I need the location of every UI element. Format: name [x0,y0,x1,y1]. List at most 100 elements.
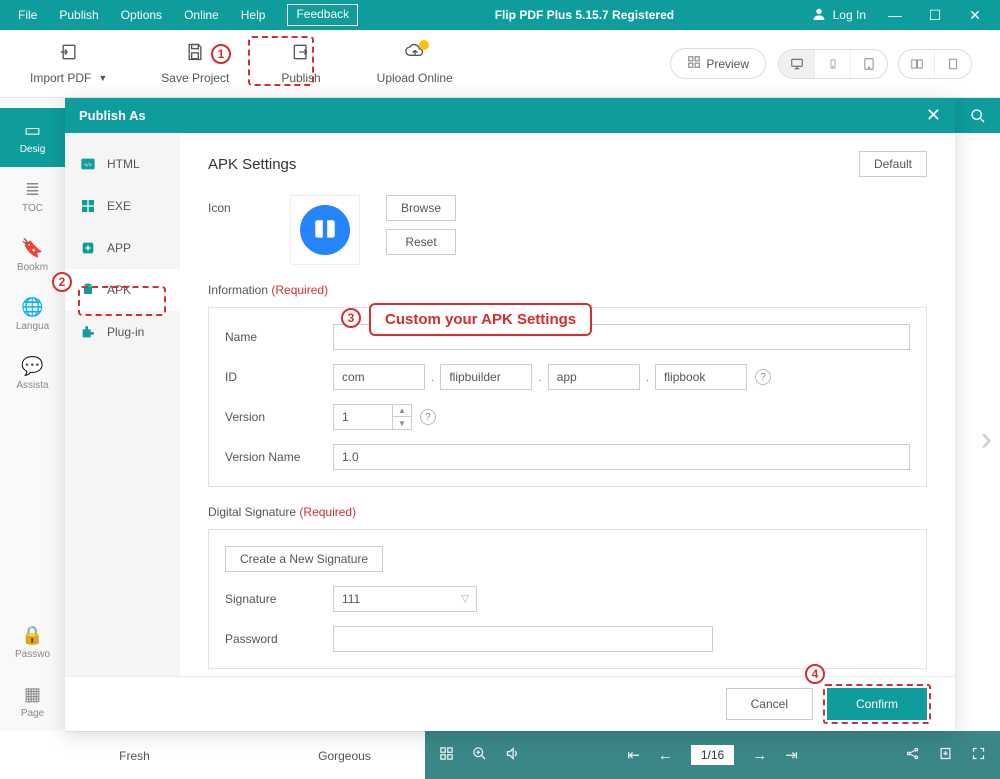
default-button[interactable]: Default [859,151,927,177]
sidebar-item-language[interactable]: 🌐Langua [0,285,65,344]
desktop-device-button[interactable] [779,50,815,78]
reader-controls: ⇤ ← 1/16 → ⇥ [425,731,1000,779]
upload-label: Upload Online [377,71,453,85]
publish-label: Publish [281,71,320,85]
confirm-button[interactable]: Confirm [827,688,927,720]
app-icon [79,239,97,257]
phone-device-button[interactable] [815,50,851,78]
nav-plugin[interactable]: Plug-in [65,311,180,353]
upload-online-button[interactable]: Upload Online [365,38,465,89]
search-icon [970,108,986,124]
fullscreen-icon[interactable] [971,746,986,765]
help-icon[interactable]: ? [420,409,436,425]
feedback-button[interactable]: Feedback [287,4,358,26]
first-page-icon[interactable]: ⇤ [627,746,640,764]
preview-button[interactable]: Preview [670,48,766,79]
login-button[interactable]: Log In [811,6,866,25]
nav-app[interactable]: APP [65,227,180,269]
search-button[interactable] [955,98,1000,133]
minimize-button[interactable]: — [880,7,910,24]
next-page-icon[interactable]: → [752,747,767,764]
zoom-icon[interactable] [472,746,487,765]
close-button[interactable]: ✕ [960,7,990,24]
grid-icon [687,55,701,72]
spread-layout-button[interactable] [899,50,935,78]
sig-header: Digital Signature [208,505,296,519]
menu-file[interactable]: File [10,4,45,26]
android-icon [79,281,97,299]
device-group [778,49,888,79]
cancel-button[interactable]: Cancel [726,688,813,720]
signature-label: Signature [225,592,333,606]
sound-icon[interactable] [505,746,520,765]
save-icon [185,42,205,68]
preview-label: Preview [706,57,749,71]
sidebar-label: Page [21,708,44,719]
page-indicator[interactable]: 1/16 [691,745,734,765]
thumbnails-icon[interactable] [439,746,454,765]
sidebar-item-password[interactable]: 🔒Passwo [0,613,65,672]
create-signature-button[interactable]: Create a New Signature [225,546,383,572]
id-part-3[interactable] [548,364,640,390]
lock-icon: 🔒 [21,625,43,646]
maximize-button[interactable]: ☐ [920,7,950,24]
signature-form: Create a New Signature Signature ▽ Passw… [208,529,927,669]
version-stepper[interactable]: ▲▼ [393,404,412,430]
import-pdf-button[interactable]: Import PDF▼ [18,38,119,89]
download-icon[interactable] [938,746,953,765]
sidebar-label: Langua [16,321,49,332]
titlebar: File Publish Options Online Help Feedbac… [0,0,1000,30]
bookmark-icon: 🔖 [21,238,43,259]
sidebar-item-assistant[interactable]: 💬Assista [0,344,65,403]
browse-button[interactable]: Browse [386,195,456,221]
tablet-device-button[interactable] [851,50,887,78]
password-input[interactable] [333,626,713,652]
last-page-icon[interactable]: ⇥ [785,746,798,764]
apk-settings-panel: APK Settings Default Icon Browse Reset [180,133,955,676]
menu-options[interactable]: Options [113,4,170,26]
help-icon[interactable]: ? [755,369,771,385]
toc-icon: ≣ [25,179,40,200]
login-label: Log In [833,8,866,22]
version-input[interactable] [333,404,393,430]
signature-select[interactable] [333,586,477,612]
modal-title: Publish As [79,108,146,123]
publish-button[interactable]: Publish [269,38,332,89]
left-sidebar: ▭Desig ≣TOC 🔖Bookm 🌐Langua 💬Assista 🔒Pas… [0,98,65,731]
single-layout-button[interactable] [935,50,971,78]
version-name-input[interactable] [333,444,910,470]
html-icon: </> [79,155,97,173]
id-part-2[interactable] [440,364,532,390]
nav-apk[interactable]: APK [65,269,180,311]
book-icon [300,205,350,255]
menu-help[interactable]: Help [233,4,274,26]
theme-fresh[interactable]: Fresh [119,749,150,763]
svg-text:</>: </> [84,163,92,169]
prev-page-icon[interactable]: ← [658,747,673,764]
sidebar-label: Assista [16,380,48,391]
toolbar: Import PDF▼ Save Project Publish Upload … [0,30,1000,98]
reset-button[interactable]: Reset [386,229,456,255]
modal-footer: Cancel Confirm [65,676,955,731]
save-label: Save Project [161,71,229,85]
modal-close-button[interactable]: ✕ [926,105,941,126]
id-part-4[interactable] [655,364,747,390]
publish-icon [290,42,312,68]
next-page-arrow[interactable]: › [981,420,992,459]
id-part-1[interactable] [333,364,425,390]
sidebar-item-page[interactable]: ▦Page [0,672,65,731]
share-icon[interactable] [905,746,920,765]
theme-gorgeous[interactable]: Gorgeous [318,749,371,763]
sidebar-item-design[interactable]: ▭Desig [0,108,65,167]
nav-label: EXE [107,199,131,213]
publish-as-modal: Publish As ✕ </>HTML EXE APP APK Plug-in… [65,98,955,731]
menu-publish[interactable]: Publish [51,4,106,26]
id-label: ID [225,370,333,384]
menu-online[interactable]: Online [176,4,227,26]
nav-exe[interactable]: EXE [65,185,180,227]
callout-1: 1 [211,44,231,64]
nav-html[interactable]: </>HTML [65,143,180,185]
required-label: (Required) [299,505,356,519]
sidebar-item-toc[interactable]: ≣TOC [0,167,65,226]
layout-group [898,49,972,79]
